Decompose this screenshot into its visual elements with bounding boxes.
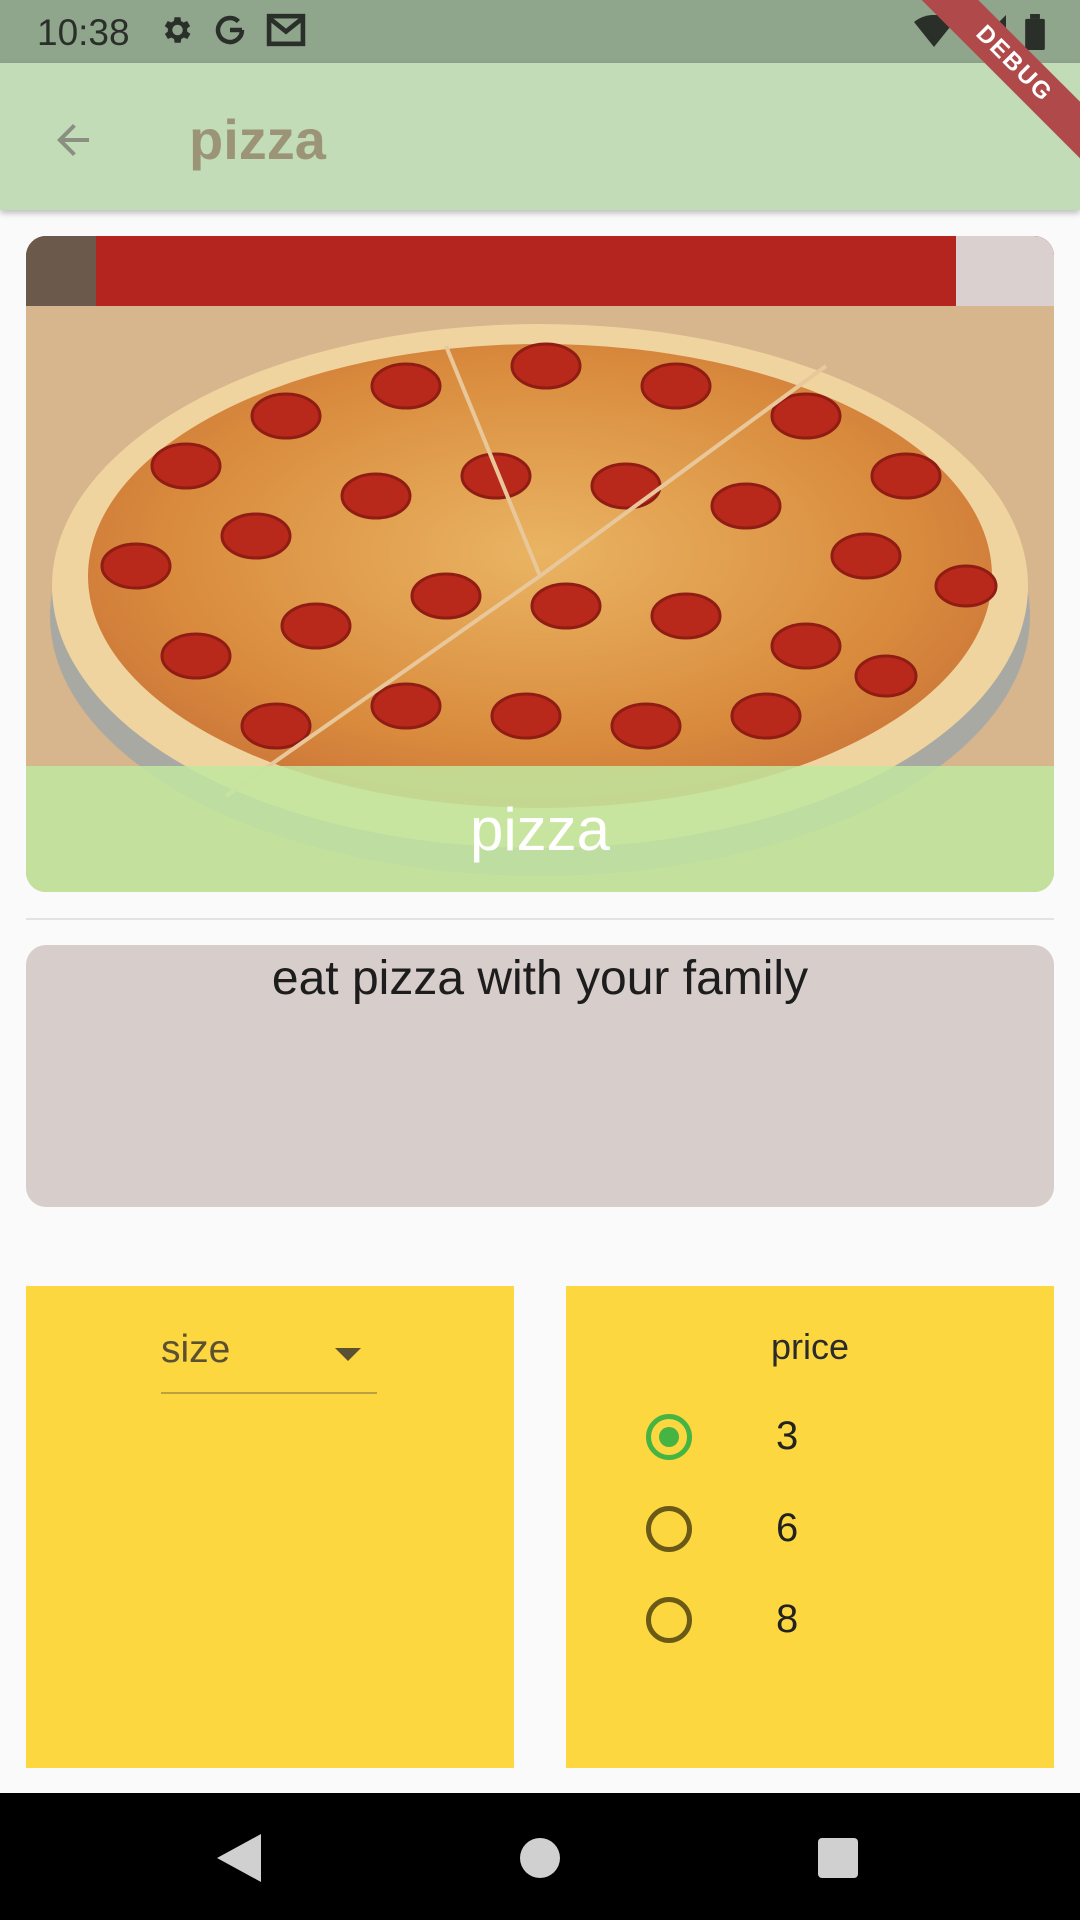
navigation-bar [0, 1793, 1080, 1920]
price-option-label: 6 [776, 1506, 799, 1550]
hero-caption: pizza [26, 766, 1054, 892]
recents-square-icon [818, 1838, 858, 1878]
status-bar: 10:38 [0, 0, 1080, 63]
status-icons-left [158, 12, 306, 48]
nav-home-button[interactable] [505, 1823, 575, 1893]
size-dropdown-placeholder: size [161, 1328, 231, 1371]
size-panel: size [26, 1286, 514, 1768]
battery-icon [1025, 14, 1045, 50]
dropdown-arrow-icon [335, 1348, 361, 1361]
app-bar: pizza [0, 63, 1080, 210]
radio-button[interactable] [646, 1597, 692, 1643]
divider [26, 918, 1054, 920]
price-title: price [770, 1326, 850, 1367]
price-option-6[interactable]: 6 [646, 1496, 946, 1566]
nav-back-button[interactable] [204, 1823, 274, 1893]
gmail-icon [266, 13, 306, 47]
radio-button[interactable] [646, 1506, 692, 1552]
description-text: eat pizza with your family [271, 952, 809, 1005]
hero-card[interactable]: pizza [26, 236, 1054, 892]
gear-icon [164, 17, 191, 43]
nav-recents-button[interactable] [803, 1823, 873, 1893]
page-title: pizza [189, 108, 326, 171]
home-circle-icon [520, 1838, 560, 1878]
status-time: 10:38 [37, 12, 130, 53]
price-option-label: 8 [776, 1597, 799, 1641]
google-g-icon [215, 15, 245, 45]
arrow-back-icon [57, 124, 89, 156]
price-option-label: 3 [776, 1414, 799, 1458]
back-triangle-icon [217, 1834, 261, 1882]
size-dropdown[interactable]: size [161, 1308, 377, 1394]
price-panel: price 3 6 8 [566, 1286, 1054, 1768]
price-option-8[interactable]: 8 [646, 1587, 946, 1657]
description-card: eat pizza with your family [26, 945, 1054, 1207]
radio-button-selected[interactable] [646, 1414, 692, 1460]
back-button[interactable] [38, 105, 108, 175]
price-option-3[interactable]: 3 [646, 1404, 946, 1474]
